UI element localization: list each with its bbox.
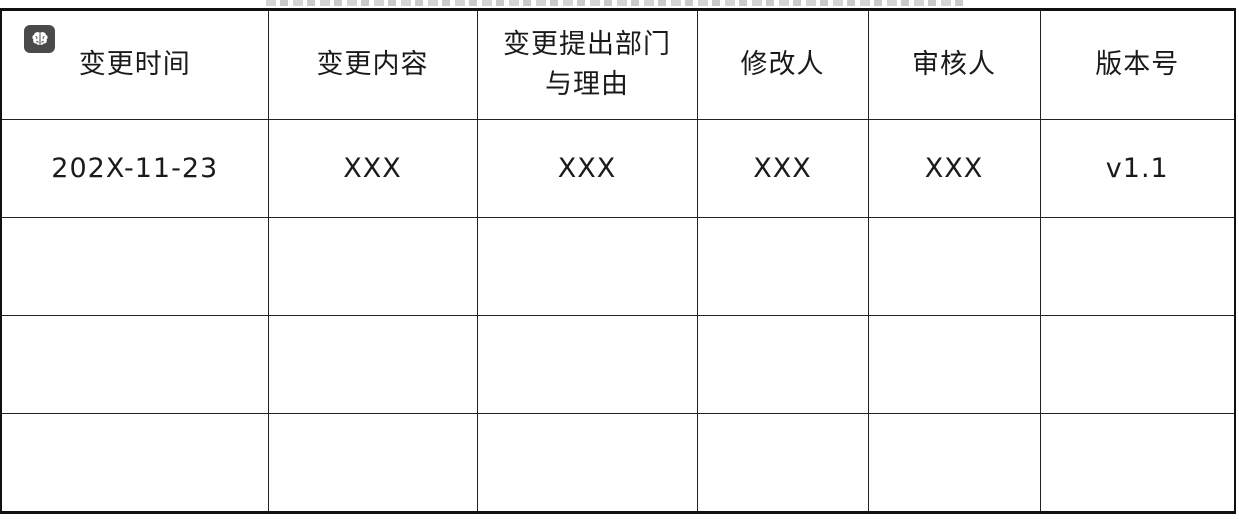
table-cell (867, 413, 1041, 511)
brain-icon (31, 32, 48, 45)
table-cell (267, 217, 478, 316)
table-cell (867, 217, 1041, 316)
table-cell (2, 315, 269, 414)
table-cell (696, 413, 869, 511)
table-cell (867, 315, 1041, 414)
table-cell (476, 217, 698, 316)
table-cell (696, 217, 869, 316)
table-cell (476, 315, 698, 414)
table-cell: XXX (267, 119, 478, 218)
table-cell (1039, 413, 1234, 511)
table-cell: v1.1 (1039, 119, 1234, 218)
table-cell (1039, 315, 1234, 414)
table-cell (2, 217, 269, 316)
header-modifier: 修改人 (696, 11, 869, 120)
header-version: 版本号 (1039, 11, 1234, 120)
table-row (2, 315, 1234, 414)
table-cell: XXX (696, 119, 869, 218)
document-page: 变更时间 变更内容 变更提出部门与理由 修改人 审核人 版本号 202X-11-… (0, 0, 1239, 519)
header-dept-reason: 变更提出部门与理由 (476, 11, 698, 120)
table-row (2, 217, 1234, 316)
change-log-table: 变更时间 变更内容 变更提出部门与理由 修改人 审核人 版本号 202X-11-… (2, 11, 1234, 511)
table-row: 202X-11-23 XXX XXX XXX XXX v1.1 (2, 119, 1234, 218)
table-cell (267, 413, 478, 511)
table-cell (696, 315, 869, 414)
brain-icon-badge[interactable] (24, 25, 55, 53)
table-cell: XXX (867, 119, 1041, 218)
table-cell: 202X-11-23 (2, 119, 269, 218)
table-cell (2, 413, 269, 511)
table-row (2, 413, 1234, 511)
table-cell (1039, 217, 1234, 316)
header-row: 变更时间 变更内容 变更提出部门与理由 修改人 审核人 版本号 (2, 11, 1234, 120)
table-cell (267, 315, 478, 414)
header-reviewer: 审核人 (867, 11, 1041, 120)
header-change-content: 变更内容 (267, 11, 478, 120)
table-cell (476, 413, 698, 511)
cut-off-heading-fragment (266, 0, 966, 6)
table-cell: XXX (476, 119, 698, 218)
